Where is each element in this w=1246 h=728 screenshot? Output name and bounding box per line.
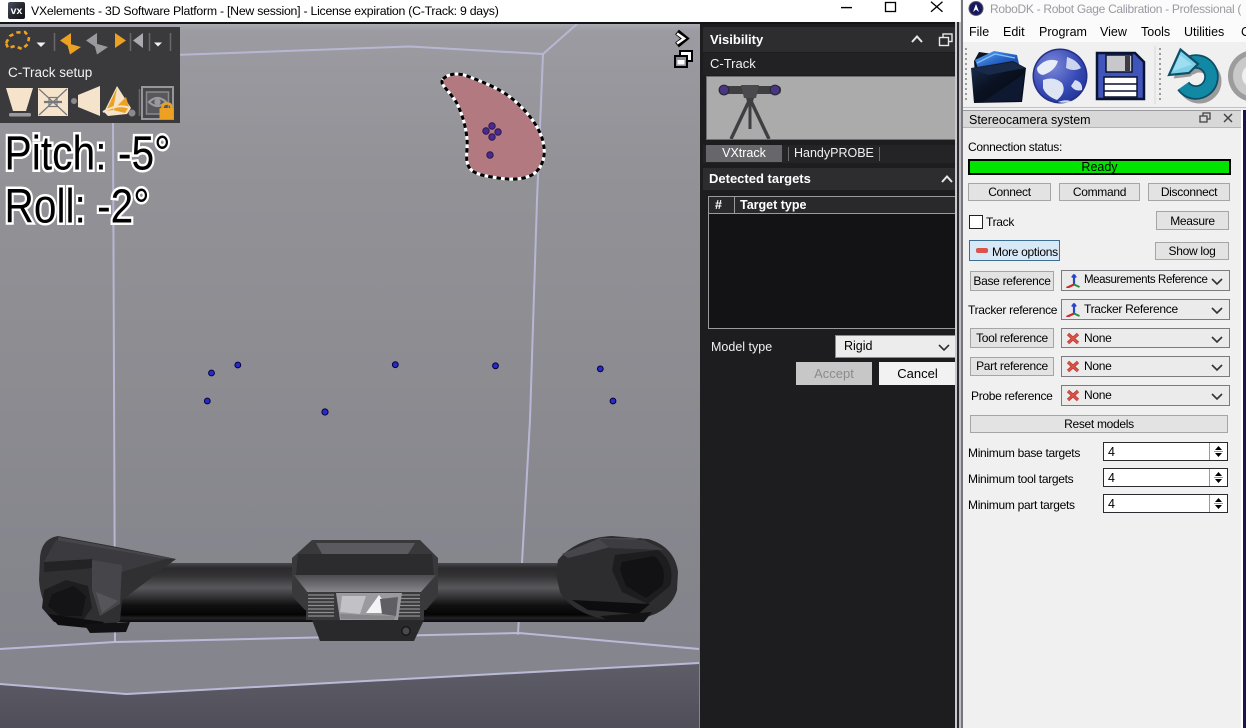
svg-text:C-Track setup: C-Track setup xyxy=(8,65,92,80)
svg-text:Roll: -2°: Roll: -2° xyxy=(5,181,150,234)
svg-text:Pitch: -5°: Pitch: -5° xyxy=(5,128,171,181)
